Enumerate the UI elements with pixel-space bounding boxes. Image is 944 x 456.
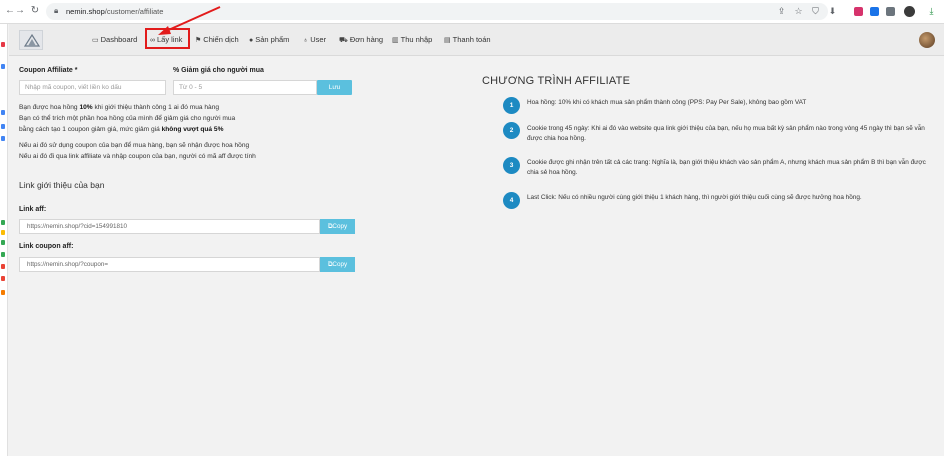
aff-link-label: Link aff: [19, 206, 47, 213]
tag-icon: ● [249, 37, 254, 44]
reload-icon[interactable]: ↻ [29, 5, 41, 17]
step-number: 2 [503, 122, 520, 139]
extension-icon[interactable] [870, 7, 879, 16]
card-icon: ▤ [444, 37, 451, 44]
strip-marker [1, 276, 5, 281]
extension-icon[interactable] [854, 7, 863, 16]
download-icon[interactable]: ⬇ [827, 6, 838, 17]
strip-marker [1, 64, 5, 69]
info-line: bằng cách tạo 1 coupon giảm giá, mức giả… [19, 126, 224, 133]
nav-label: Thanh toán [452, 35, 491, 44]
truck-icon: ⛟ [339, 37, 348, 44]
info-line: Bạn được hoa hồng 10% khi giới thiệu thà… [19, 104, 220, 111]
step-number: 3 [503, 157, 520, 174]
step-text: Hoa hồng: 10% khi có khách mua sản phẩm … [527, 99, 807, 106]
strip-marker [1, 124, 5, 129]
coupon-link-field[interactable]: https://nemin.shop/?coupon= [19, 257, 320, 272]
share-icon[interactable]: ⇪ [776, 6, 787, 17]
avatar[interactable] [919, 32, 935, 48]
step-text: Last Click: Nếu có nhiều người cùng giới… [527, 194, 862, 201]
strip-marker [1, 42, 5, 47]
coupon-link-label: Link coupon aff: [19, 243, 74, 250]
copy-coupon-button[interactable]: ⧉Copy [320, 257, 355, 272]
strip-marker [1, 110, 5, 115]
nav-income[interactable]: ▥ Thu nhập [392, 35, 432, 44]
step-number: 4 [503, 192, 520, 209]
flag-icon: ⚑ [195, 37, 202, 44]
annotation-arrow [158, 6, 221, 35]
copy-label: Copy [332, 223, 348, 230]
info-line: Bạn có thể trích một phần hoa hồng của m… [19, 115, 236, 122]
nav-user[interactable]: ♁ User [303, 35, 326, 44]
site-logo[interactable] [19, 30, 43, 50]
strip-marker [1, 264, 5, 269]
step-number: 1 [503, 97, 520, 114]
lock-icon: 🔒︎ [54, 6, 59, 15]
coupon-label: Coupon Affiliate * [19, 67, 78, 74]
strip-marker [1, 252, 5, 257]
nav-label: User [310, 35, 327, 44]
info-line: Nếu ai đó đi qua link affiliate và nhập … [19, 153, 256, 160]
nav-dashboard[interactable]: ▭ Dashboard [92, 35, 137, 44]
forward-icon[interactable]: → [14, 5, 26, 17]
logo-icon [24, 34, 40, 47]
nav-products[interactable]: ● Sản phẩm [249, 35, 289, 44]
extension-icon[interactable] [886, 7, 895, 16]
monitor-icon: ▭ [92, 37, 99, 44]
user-icon: ♁ [303, 37, 309, 44]
info-line: Nếu ai đó sử dụng coupon của bạn để mua … [19, 142, 250, 149]
chart-icon: ▥ [392, 37, 399, 44]
program-title: CHƯƠNG TRÌNH AFFILIATE [482, 75, 631, 87]
nav-orders[interactable]: ⛟ Đơn hàng [339, 35, 383, 45]
section-title: Link giới thiệu của bạn [19, 180, 105, 190]
strip-marker [1, 230, 5, 235]
strip-marker [1, 290, 5, 295]
side-strip [0, 24, 8, 456]
strip-marker [1, 220, 5, 225]
save-button[interactable]: Lưu [317, 80, 352, 95]
shield-icon[interactable]: ⛉ [810, 6, 821, 17]
discount-input[interactable]: Từ 0 - 5 [173, 80, 317, 95]
aff-link-field[interactable]: https://nemin.shop/?cid=154991810 [19, 219, 320, 234]
nav-label: Dashboard [100, 35, 138, 44]
nav-label: Sản phẩm [255, 35, 290, 44]
nav-label: Đơn hàng [349, 35, 384, 44]
strip-marker [1, 136, 5, 141]
copy-aff-button[interactable]: ⧉Copy [320, 219, 355, 234]
strip-marker [1, 240, 5, 245]
copy-label: Copy [332, 261, 348, 268]
step-text: Cookie được ghi nhận trên tất cả các tra… [527, 159, 926, 176]
coupon-input[interactable]: Nhập mã coupon, viết liền ko dấu [19, 80, 166, 95]
bookmark-star-icon[interactable]: ☆ [793, 6, 804, 17]
download-icon[interactable]: ⤓ [926, 6, 937, 17]
discount-label: % Giảm giá cho người mua [173, 67, 264, 74]
profile-icon[interactable] [904, 6, 915, 17]
step-text: Cookie trong 45 ngày: Khi ai đó vào webs… [527, 125, 925, 142]
browser-toolbar: ← → ↻ 🔒︎ nemin.shop/customer/affiliate ⇪… [0, 0, 944, 24]
nav-payment[interactable]: ▤ Thanh toán [444, 35, 491, 44]
nav-label: Thu nhập [400, 35, 433, 44]
url-text: nemin.shop/customer/affiliate [66, 7, 164, 16]
